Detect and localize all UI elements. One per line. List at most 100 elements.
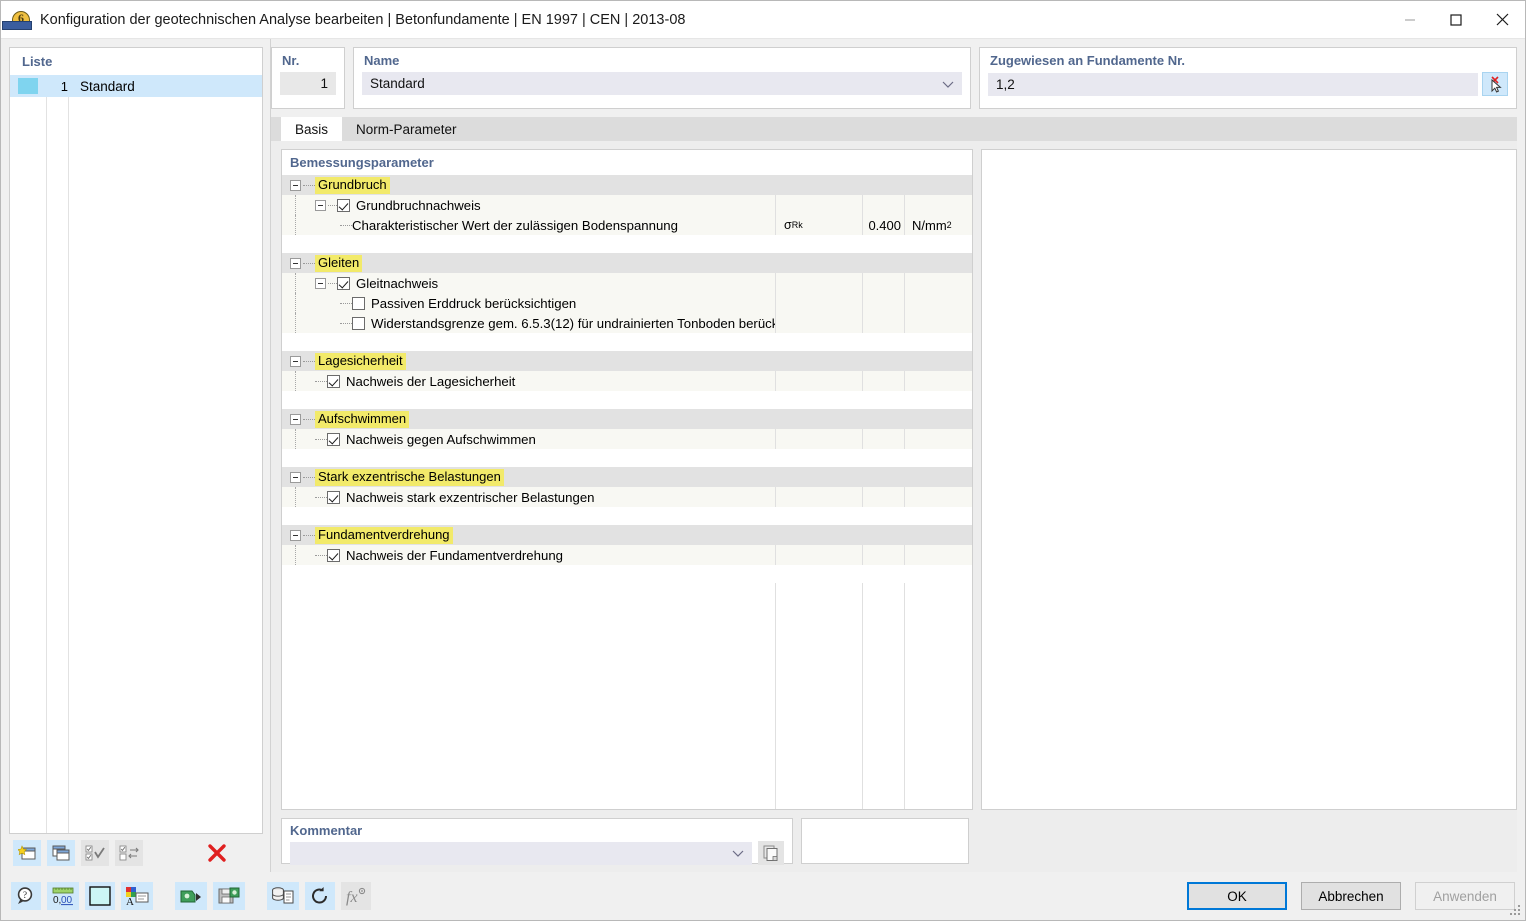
- tree-item-checkbox[interactable]: [352, 296, 365, 310]
- list-item[interactable]: 1 Standard: [10, 75, 262, 97]
- collapse-expander-icon[interactable]: [315, 199, 326, 211]
- tree-unit-cell: [904, 545, 958, 565]
- tree-item-checkbox[interactable]: [327, 490, 340, 504]
- tree-connector: [340, 322, 352, 324]
- database-button[interactable]: [267, 882, 299, 910]
- tree-item-label-cell: Widerstandsgrenze gem. 6.5.3(12) für und…: [282, 313, 775, 333]
- ok-button[interactable]: OK: [1187, 882, 1287, 910]
- name-input[interactable]: Standard: [362, 72, 962, 95]
- tree-item-checkbox[interactable]: [337, 276, 350, 290]
- minimize-button[interactable]: [1387, 1, 1433, 39]
- tree-connector: [303, 360, 315, 362]
- app-logo-icon: [2, 10, 32, 30]
- tree-group-row[interactable]: Gleiten: [282, 253, 972, 273]
- number-input[interactable]: 1: [280, 72, 336, 95]
- tree-item-label-cell: Passiven Erddruck berücksichtigen: [282, 293, 775, 313]
- configuration-list-panel: Liste 1 Standard: [9, 47, 263, 834]
- tree-item-row[interactable]: Nachweis der Lagesicherheit: [282, 371, 972, 391]
- tree-value-cell: [862, 273, 904, 293]
- tree-item-checkbox[interactable]: [327, 432, 340, 446]
- tab-norm-parameter[interactable]: Norm-Parameter: [342, 117, 471, 141]
- tree-item-checkbox[interactable]: [337, 198, 350, 212]
- display-properties-button[interactable]: A: [121, 882, 153, 910]
- help-button[interactable]: ?: [11, 882, 41, 910]
- tree-unit-cell: [904, 195, 958, 215]
- tree-item-label: Nachweis der Fundamentverdrehung: [346, 547, 563, 563]
- tree-item-row[interactable]: Nachweis der Fundamentverdrehung: [282, 545, 972, 565]
- pick-objects-button[interactable]: [1482, 72, 1508, 96]
- delete-configuration-button[interactable]: [203, 840, 231, 866]
- import-button[interactable]: [175, 882, 207, 910]
- tree-item-label: Gleitnachweis: [356, 275, 439, 291]
- dialog-body: Liste 1 Standard Nr. 1 Name Standard Zug…: [1, 39, 1525, 872]
- export-button[interactable]: [213, 882, 245, 910]
- tree-symbol-cell: [775, 429, 862, 449]
- duplicate-configuration-button[interactable]: [47, 840, 75, 866]
- tree-item-row[interactable]: Passiven Erddruck berücksichtigen: [282, 293, 972, 313]
- tree-vertical-connector: [295, 487, 296, 507]
- dialog-window: Konfiguration der geotechnischen Analyse…: [0, 0, 1526, 921]
- tree-vertical-connector: [295, 293, 296, 313]
- tree-item-label-cell: Nachweis der Fundamentverdrehung: [282, 545, 775, 565]
- tree-group-row[interactable]: Aufschwimmen: [282, 409, 972, 429]
- database-document-icon: [272, 887, 294, 904]
- collapse-expander-icon[interactable]: [315, 277, 326, 289]
- tree-value-cell[interactable]: 0.400: [862, 215, 904, 235]
- tree-unit-cell: [904, 313, 958, 333]
- font-color-properties-icon: A: [126, 887, 149, 906]
- tree-item-checkbox[interactable]: [327, 548, 340, 562]
- close-button[interactable]: [1479, 1, 1525, 39]
- parameter-tree[interactable]: Grundbruch Grundbruchnachweis Charakterist…: [282, 175, 972, 809]
- color-swatch-button[interactable]: [85, 882, 115, 910]
- collapse-expander-icon[interactable]: [290, 355, 301, 367]
- comment-row: Kommentar: [271, 810, 1517, 872]
- assigned-input[interactable]: 1,2: [988, 72, 1478, 96]
- tree-item-label: Nachweis der Lagesicherheit: [346, 373, 516, 389]
- maximize-icon: [1450, 13, 1462, 26]
- collapse-expander-icon[interactable]: [290, 257, 301, 269]
- cancel-button[interactable]: Abbrechen: [1301, 882, 1401, 910]
- reset-button[interactable]: [305, 882, 335, 910]
- comment-input[interactable]: [290, 841, 752, 865]
- comment-inner: [290, 841, 784, 865]
- tree-group-row[interactable]: Lagesicherheit: [282, 351, 972, 371]
- tree-symbol-cell: [775, 487, 862, 507]
- design-parameters-title: Bemessungsparameter: [290, 155, 434, 170]
- tree-value-cell: [862, 195, 904, 215]
- tree-item-label-cell: Nachweis stark exzentrischer Belastungen: [282, 487, 775, 507]
- tree-group-row[interactable]: Stark exzentrische Belastungen: [282, 467, 972, 487]
- maximize-button[interactable]: [1433, 1, 1479, 39]
- name-combobox[interactable]: Standard: [362, 72, 962, 95]
- tree-value-cell: [862, 293, 904, 313]
- collapse-expander-icon[interactable]: [290, 529, 301, 541]
- tree-item-checkbox[interactable]: [327, 374, 340, 388]
- tree-item-row[interactable]: Grundbruchnachweis: [282, 195, 972, 215]
- resize-grip[interactable]: [1510, 905, 1522, 917]
- export-save-icon: [218, 887, 240, 904]
- new-configuration-button[interactable]: [13, 840, 41, 866]
- tab-basis[interactable]: Basis: [281, 117, 343, 141]
- tree-group-row[interactable]: Fundamentverdrehung: [282, 525, 972, 545]
- tree-item-row[interactable]: Gleitnachweis: [282, 273, 972, 293]
- tree-symbol-cell: [775, 293, 862, 313]
- tree-item-row[interactable]: Nachweis stark exzentrischer Belastungen: [282, 487, 972, 507]
- tree-item-row[interactable]: Widerstandsgrenze gem. 6.5.3(12) für und…: [282, 313, 972, 333]
- svg-text:fx: fx: [346, 889, 358, 906]
- copy-pages-icon: [763, 845, 777, 861]
- tree-group-name: Grundbruch: [315, 176, 390, 194]
- collapse-expander-icon[interactable]: [290, 471, 301, 483]
- collapse-expander-icon[interactable]: [290, 413, 301, 425]
- tree-item-row[interactable]: Charakteristischer Wert der zulässigen B…: [282, 215, 972, 235]
- check-all-icon: [85, 845, 105, 860]
- list-item-label: Standard: [80, 78, 135, 94]
- comment-copy-button[interactable]: [758, 841, 784, 865]
- comment-combobox[interactable]: [290, 841, 752, 865]
- tree-item-checkbox[interactable]: [352, 316, 365, 330]
- tree-item-row[interactable]: Nachweis gegen Aufschwimmen: [282, 429, 972, 449]
- tree-value-cell: [862, 313, 904, 333]
- preview-panel: [981, 149, 1517, 810]
- tree-symbol-cell: [775, 371, 862, 391]
- collapse-expander-icon[interactable]: [290, 179, 301, 191]
- tree-group-row[interactable]: Grundbruch: [282, 175, 972, 195]
- units-button[interactable]: 0, 00: [47, 882, 79, 910]
